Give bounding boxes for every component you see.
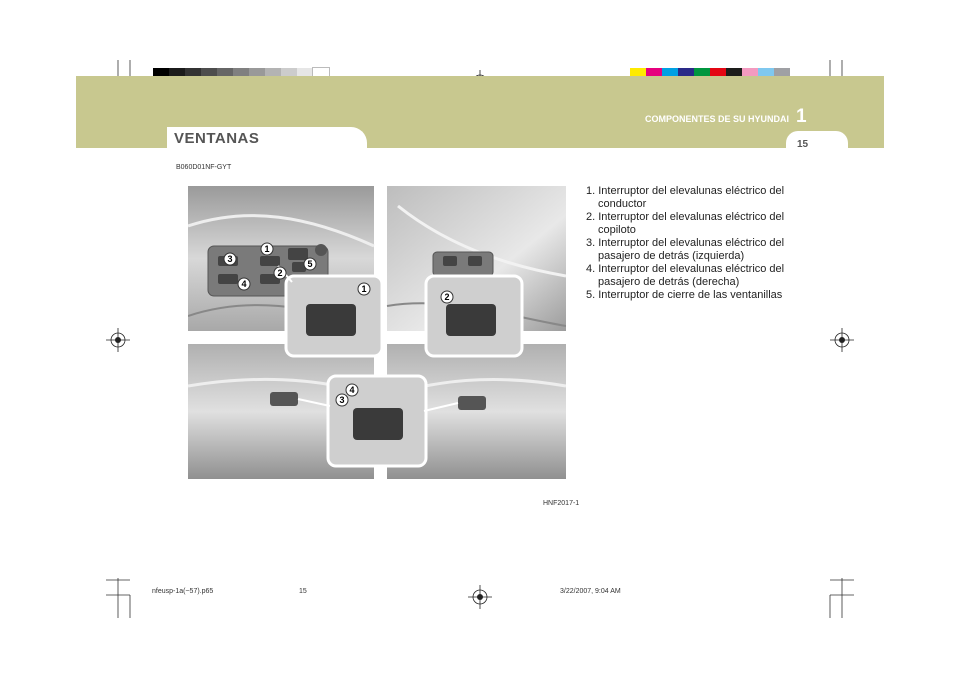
inset-callout-3-label: 3 bbox=[339, 395, 344, 405]
list-item: 3. Interruptor del elevalunas eléctrico … bbox=[586, 237, 785, 262]
window-switches-illustration: 1 2 3 4 5 1 2 3 4 bbox=[188, 186, 566, 479]
chapter-title: COMPONENTES DE SU HYUNDAI bbox=[645, 114, 790, 124]
figure-id: HNF2017-1 bbox=[543, 500, 580, 507]
footer-page: 15 bbox=[299, 588, 307, 595]
chapter-number: 1 bbox=[796, 106, 807, 127]
list-item: 5. Interruptor de cierre de las ventanil… bbox=[586, 289, 783, 301]
list-item: 2. Interruptor del elevalunas eléctrico … bbox=[586, 211, 785, 236]
page-number-tab bbox=[786, 131, 848, 155]
inset-callout-2-label: 2 bbox=[444, 292, 449, 302]
list-item: 4. Interruptor del elevalunas eléctrico … bbox=[586, 263, 785, 288]
inset-callout-1-label: 1 bbox=[361, 284, 366, 294]
callout-5-label: 5 bbox=[307, 259, 312, 269]
footer-datetime: 3/22/2007, 9:04 AM bbox=[560, 588, 621, 595]
callout-1-label: 1 bbox=[264, 244, 269, 254]
callout-3-label: 3 bbox=[227, 254, 232, 264]
page-number: 15 bbox=[797, 139, 809, 150]
inset-callout-4-label: 4 bbox=[349, 385, 354, 395]
callout-2-label: 2 bbox=[277, 268, 282, 278]
footer-file: nfeusp-1a(~57).p65 bbox=[152, 588, 214, 595]
component-list: 1. Interruptor del elevalunas eléctrico … bbox=[586, 185, 791, 302]
callout-4-label: 4 bbox=[241, 279, 246, 289]
list-item: 1. Interruptor del elevalunas eléctrico … bbox=[586, 185, 785, 210]
document-code: B060D01NF-GYT bbox=[176, 164, 232, 171]
section-title: VENTANAS bbox=[174, 130, 260, 147]
